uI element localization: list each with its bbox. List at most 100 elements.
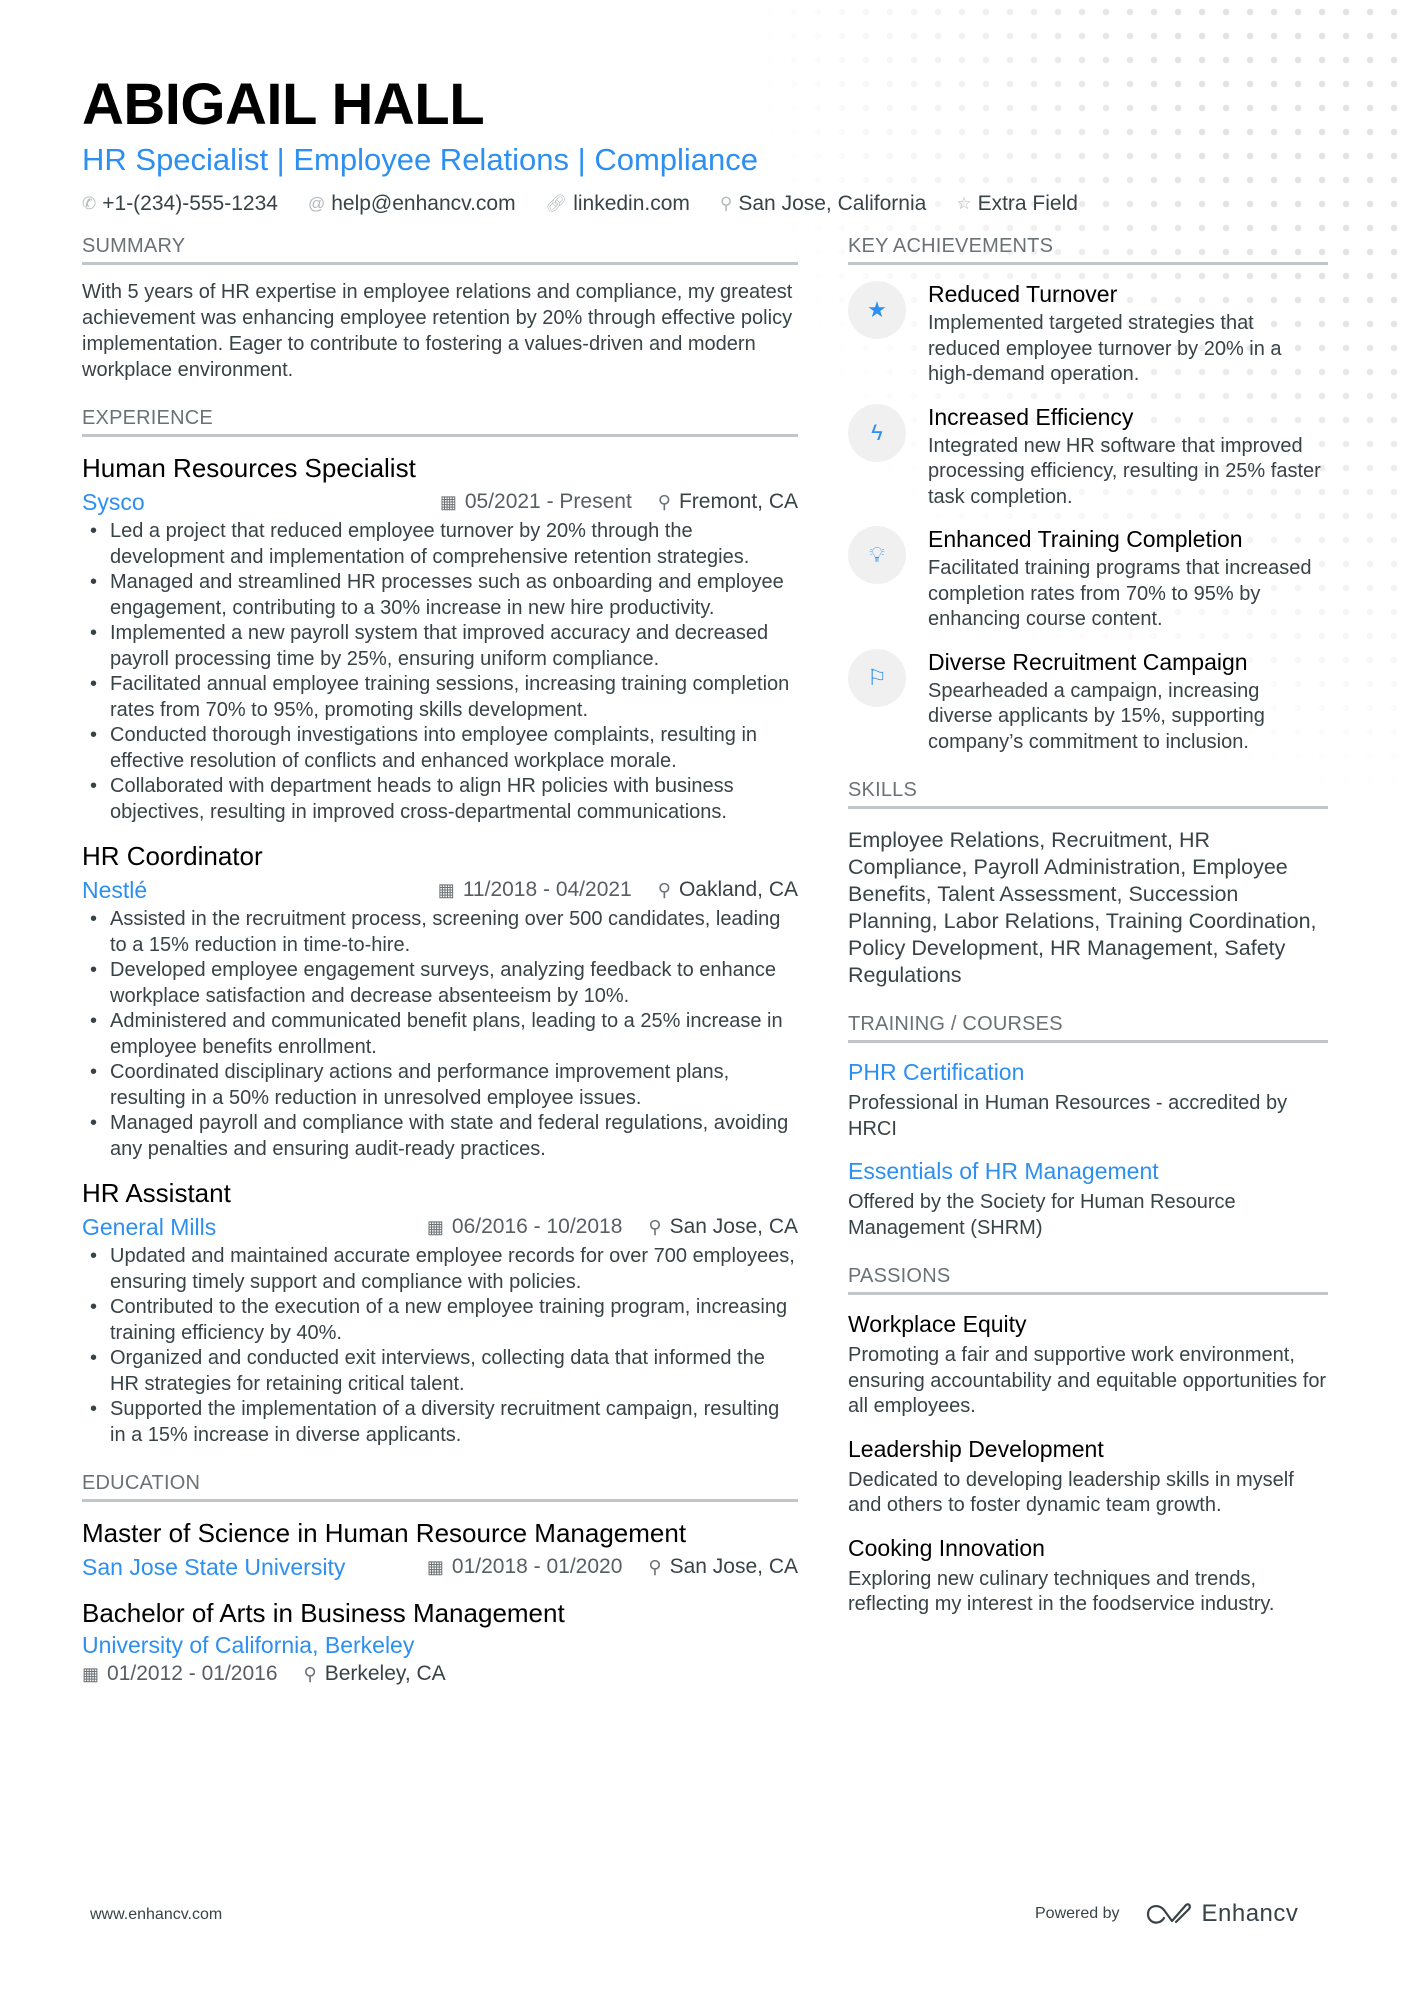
section-title-passions: PASSIONS <box>848 1265 1328 1295</box>
bullet-item: Assisted in the recruitment process, scr… <box>82 907 798 958</box>
contact-extra-text: Extra Field <box>977 192 1078 215</box>
bullet-item: Managed and streamlined HR processes suc… <box>82 570 798 621</box>
calendar-icon: ▦ <box>437 879 455 900</box>
experience-entry: Human Resources Specialist Sysco ▦ 05/202… <box>82 451 798 825</box>
candidate-headline: HR Specialist | Employee Relations | Com… <box>82 142 759 177</box>
bullet-item: Facilitated annual employee training ses… <box>82 672 798 723</box>
lightning-icon: ϟ <box>848 403 906 462</box>
school-name: University of California, Berkeley <box>82 1632 415 1658</box>
experience-section: EXPERIENCE Human Resources Specialist Sy… <box>82 407 798 1448</box>
contact-location-text: San Jose, California <box>738 192 927 215</box>
location-pin-icon: ⚲ <box>648 1556 662 1577</box>
job-dates: ▦ 11/2018 - 04/2021 <box>437 878 632 901</box>
achievements-section: KEY ACHIEVEMENTS ★ Reduced Turnover Impl… <box>848 235 1328 755</box>
company-name: General Mills <box>82 1214 217 1240</box>
passion-title: Cooking Innovation <box>848 1534 1045 1561</box>
bullet-item: Contributed to the execution of a new em… <box>82 1295 798 1346</box>
calendar-icon: ▦ <box>426 1216 444 1237</box>
job-location: ⚲ Oakland, CA <box>657 878 798 901</box>
job-location: ⚲ San Jose, CA <box>648 1215 798 1238</box>
job-meta: Sysco ▦ 05/2021 - Present ⚲ Fremont, CA <box>82 487 798 517</box>
contact-email[interactable]: @ help@enhancv.com <box>308 192 516 216</box>
education-dates: ▦ 01/2012 - 01/2016 <box>82 1662 278 1685</box>
contact-linkedin-text: linkedin.com <box>573 192 690 215</box>
right-column: KEY ACHIEVEMENTS ★ Reduced Turnover Impl… <box>848 235 1328 1642</box>
course-desc: Offered by the Society for Human Resourc… <box>848 1191 1236 1239</box>
passion-item: Workplace Equity Promoting a fair and su… <box>848 1309 1328 1420</box>
location-pin-icon: ⚲ <box>657 879 671 900</box>
summary-text: With 5 years of HR expertise in employee… <box>82 281 793 381</box>
location-pin-icon: ⚲ <box>657 491 671 512</box>
summary-section: SUMMARY With 5 years of HR expertise in … <box>82 235 798 383</box>
section-title-skills: SKILLS <box>848 779 1328 809</box>
degree-title: Bachelor of Arts in Business Management <box>82 1598 565 1628</box>
section-title-experience: EXPERIENCE <box>82 407 798 437</box>
job-bullets: Assisted in the recruitment process, scr… <box>82 907 798 1162</box>
course-item: PHR Certification Professional in Human … <box>848 1057 1328 1142</box>
enhancv-logo-icon <box>1146 1903 1191 1924</box>
link-icon: 🔗︎ <box>545 194 568 213</box>
course-item: Essentials of HR Management Offered by t… <box>848 1156 1328 1241</box>
school-name: San Jose State University <box>82 1554 346 1580</box>
section-title-summary: SUMMARY <box>82 235 798 265</box>
star-icon: ☆ <box>956 194 972 213</box>
job-meta: General Mills ▦ 06/2016 - 10/2018 ⚲ San Jo… <box>82 1212 798 1242</box>
bullet-item: Updated and maintained accurate employee… <box>82 1244 798 1295</box>
achievement-item: ϟ Increased Efficiency Integrated new HR… <box>848 402 1328 511</box>
education-location: ⚲ San Jose, CA <box>648 1555 798 1578</box>
bullet-item: Implemented a new payroll system that im… <box>82 621 798 672</box>
phone-icon: ✆ <box>82 194 97 213</box>
experience-entry: HR Coordinator Nestlé ▦ 11/2018 - 04/2021… <box>82 839 798 1162</box>
contact-row: ✆ +1-(234)-555-1234 @ help@enhancv.com 🔗… <box>82 192 1332 216</box>
location-pin-icon: ⚲ <box>648 1216 662 1237</box>
bullet-item: Managed payroll and compliance with stat… <box>82 1111 798 1162</box>
skills-section: SKILLS Employee Relations, Recruitment, … <box>848 779 1328 989</box>
brand-name: Enhancv <box>1201 1900 1299 1927</box>
skills-text: Employee Relations, Recruitment, HR Comp… <box>848 828 1317 987</box>
job-dates: ▦ 05/2021 - Present <box>439 490 632 513</box>
powered-by-label: Powered by <box>1035 1905 1120 1922</box>
enhancv-logo[interactable]: Enhancv <box>1146 1900 1299 1928</box>
bullet-item: Collaborated with department heads to al… <box>82 774 798 825</box>
achievement-item: ⚐ Diverse Recruitment Campaign Spearhead… <box>848 647 1328 756</box>
resume-page: ABIGAIL HALL HR Specialist | Employee Re… <box>0 0 1410 1995</box>
contact-extra-field: ☆ Extra Field <box>956 192 1078 216</box>
course-title: PHR Certification <box>848 1059 1025 1085</box>
achievement-item: ★ Reduced Turnover Implemented targeted … <box>848 279 1328 388</box>
degree-title: Master of Science in Human Resource Mana… <box>82 1518 687 1548</box>
contact-linkedin[interactable]: 🔗︎ linkedin.com <box>546 192 690 216</box>
education-entry: Bachelor of Arts in Business Management … <box>82 1596 798 1686</box>
job-location: ⚲ Fremont, CA <box>657 490 798 513</box>
passion-desc: Dedicated to developing leadership skill… <box>848 1468 1294 1517</box>
contact-phone-text: +1-(234)-555-1234 <box>102 192 278 215</box>
bullet-item: Developed employee engagement surveys, a… <box>82 958 798 1009</box>
section-title-training: TRAINING / COURSES <box>848 1013 1328 1043</box>
passion-title: Workplace Equity <box>848 1311 1027 1337</box>
location-icon: ⚲ <box>719 194 733 213</box>
section-title-achievements: KEY ACHIEVEMENTS <box>848 235 1328 265</box>
passion-item: Leadership Development Dedicated to deve… <box>848 1434 1328 1519</box>
education-entry: Master of Science in Human Resource Mana… <box>82 1516 798 1582</box>
education-section: EDUCATION Master of Science in Human Res… <box>82 1472 798 1686</box>
left-column: SUMMARY With 5 years of HR expertise in … <box>82 235 798 1710</box>
contact-email-text: help@enhancv.com <box>331 192 516 215</box>
experience-entry: HR Assistant General Mills ▦ 06/2016 - 10… <box>82 1176 798 1448</box>
contact-phone[interactable]: ✆ +1-(234)-555-1234 <box>82 192 278 216</box>
footer-website-link[interactable]: www.enhancv.com <box>90 1906 222 1924</box>
job-title: HR Assistant <box>82 1178 231 1208</box>
calendar-icon: ▦ <box>439 491 457 512</box>
contact-location: ⚲ San Jose, California <box>720 192 926 216</box>
bullet-item: Conducted thorough investigations into e… <box>82 723 798 774</box>
job-bullets: Led a project that reduced employee turn… <box>82 519 798 825</box>
achievement-desc: Implemented targeted strategies that red… <box>928 312 1282 385</box>
achievement-desc: Integrated new HR software that improved… <box>928 434 1321 508</box>
calendar-icon: ▦ <box>426 1556 444 1577</box>
section-title-education: EDUCATION <box>82 1472 798 1502</box>
calendar-icon: ▦ <box>82 1663 100 1684</box>
achievement-title: Diverse Recruitment Campaign <box>928 648 1248 675</box>
passions-section: PASSIONS Workplace Equity Promoting a fa… <box>848 1265 1328 1618</box>
job-title: HR Coordinator <box>82 841 263 871</box>
bullet-item: Coordinated disciplinary actions and per… <box>82 1060 798 1111</box>
lightbulb-icon: 💡︎ <box>848 526 906 584</box>
at-icon: @ <box>307 194 326 213</box>
